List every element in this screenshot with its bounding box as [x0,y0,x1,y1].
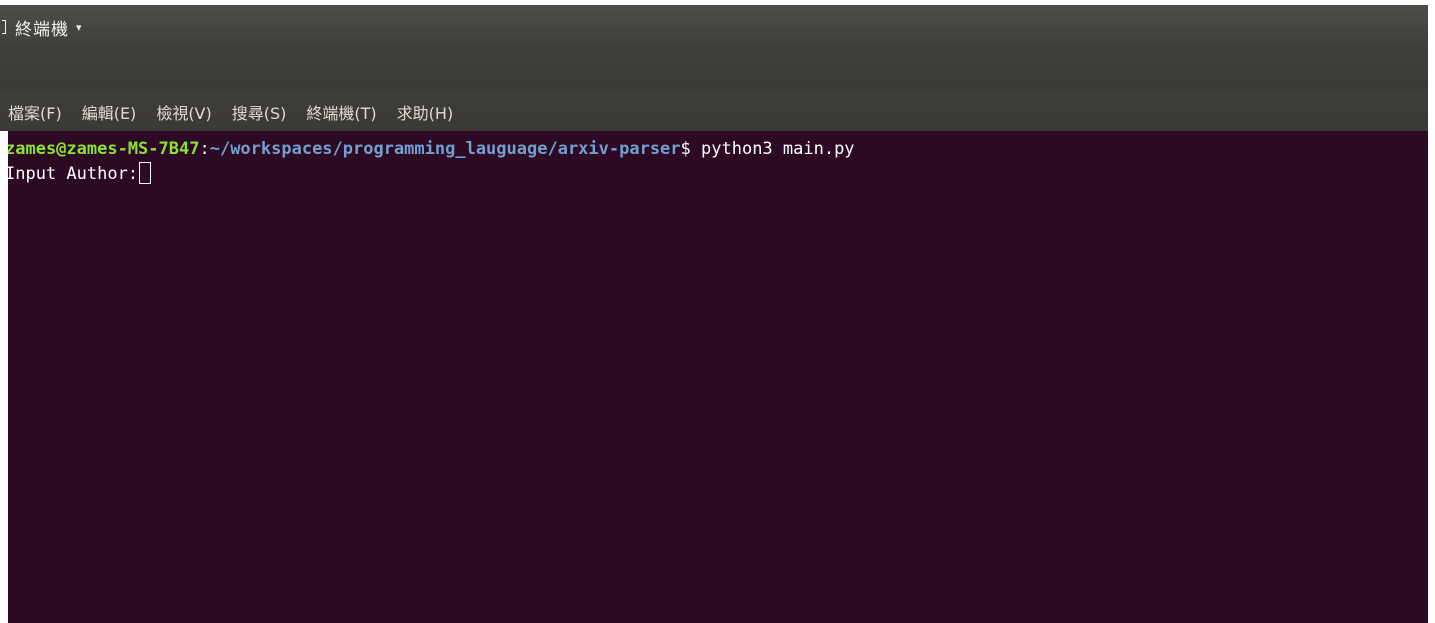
command-text: python3 main.py [690,139,855,159]
window-titlebar[interactable] [0,49,1428,93]
menu-edit[interactable]: 編輯(E) [82,100,137,124]
menu-view[interactable]: 檢視(V) [156,100,211,124]
top-panel: 終端機 ▾ [0,5,1428,49]
menu-bar: 檔案(F) 編輯(E) 檢視(V) 搜尋(S) 終端機(T) 求助(H) [0,93,1428,131]
right-edge [1428,0,1435,623]
prompt-cwd: ~/workspaces/programming_lauguage/arxiv-… [209,139,681,159]
app-menu-title[interactable]: 終端機 [15,15,69,40]
menu-file[interactable]: 檔案(F) [8,100,62,124]
prompt-dollar: $ [680,139,691,159]
terminal-area[interactable]: zames@zames-MS-7B47:~/workspaces/program… [8,131,1428,623]
prompt-user-host: zames@zames-MS-7B47 [8,139,200,159]
terminal-line-input: Input Author: [8,162,1428,187]
input-author-prompt: Input Author: [8,164,139,184]
caret-down-icon[interactable]: ▾ [76,21,82,34]
menu-search[interactable]: 搜尋(S) [232,100,287,124]
terminal-line-command: zames@zames-MS-7B47:~/workspaces/program… [8,137,1428,162]
menu-terminal[interactable]: 終端機(T) [306,100,376,124]
text-cursor[interactable] [139,162,152,184]
screen: 終端機 ▾ 檔案(F) 編輯(E) 檢視(V) 搜尋(S) 終端機(T) 求助(… [0,0,1435,623]
menu-help[interactable]: 求助(H) [397,100,454,124]
terminal-window-icon [2,20,6,34]
prompt-colon: : [199,139,210,159]
